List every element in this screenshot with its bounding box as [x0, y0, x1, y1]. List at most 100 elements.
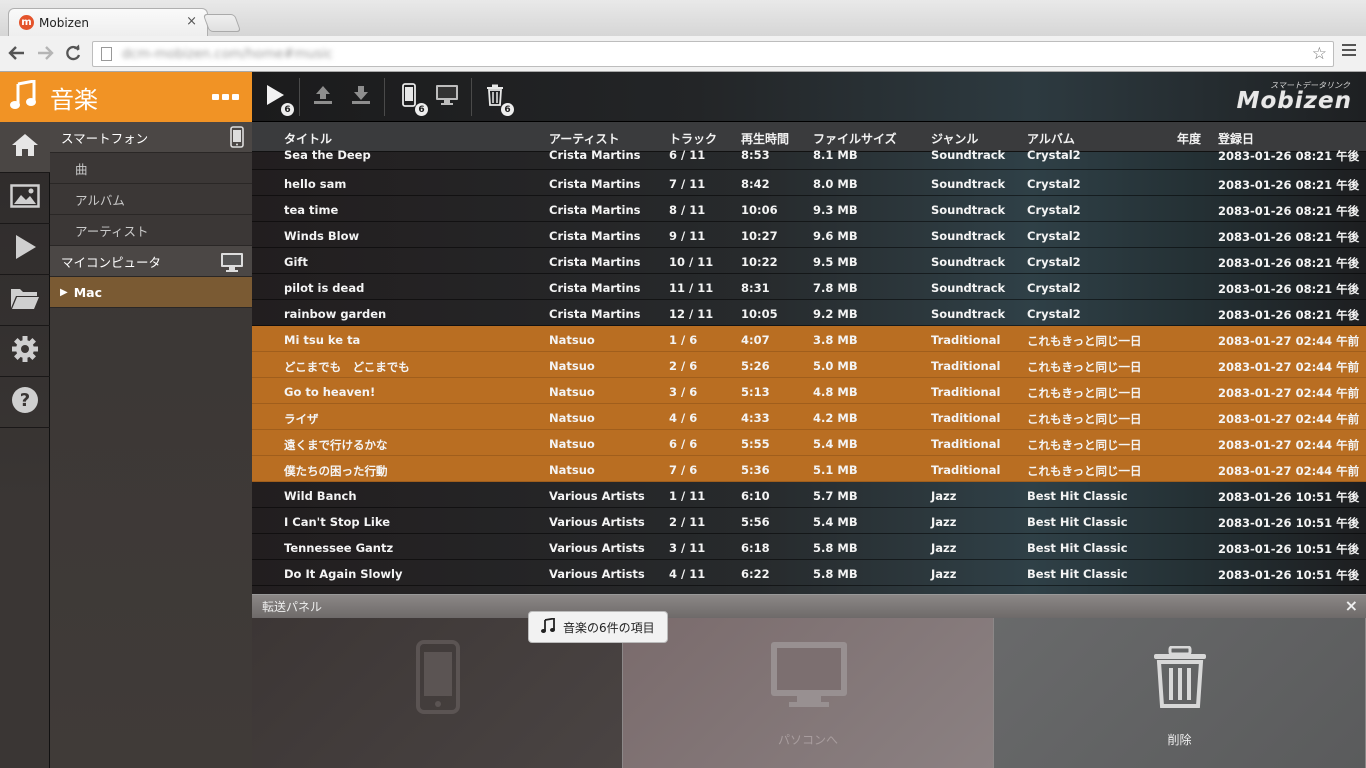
browser-tab[interactable]: m Mobizen ×: [8, 8, 208, 36]
cell-title: Go to heaven!: [284, 385, 376, 399]
tree-albums[interactable]: アルバム: [50, 184, 252, 215]
table-row[interactable]: 遠くまで行けるかな Natsuo 6 / 6 5:55 5.4 MB Traditiona…: [252, 430, 1366, 456]
cell-time: 4:07: [741, 333, 770, 347]
source-tree: スマートフォン 曲 アルバム アーティスト マイコンピュータ ▶ Mac: [50, 122, 252, 768]
cell-date: 2083-01-26 10:51 午後: [1218, 568, 1360, 582]
browser-menu-icon[interactable]: [1342, 44, 1356, 59]
bookmark-star-icon[interactable]: ☆: [1312, 44, 1327, 64]
send-to-pc-button[interactable]: [432, 82, 462, 112]
help-nav-button[interactable]: ?: [0, 377, 50, 428]
table-row[interactable]: I Can't Stop Like Various Artists 2 / 11 5:…: [252, 508, 1366, 534]
cell-artist: Various Artists: [549, 489, 645, 503]
download-button[interactable]: [346, 82, 376, 112]
table-row[interactable]: Wild Banch Various Artists 1 / 11 6:10 5.7 M…: [252, 482, 1366, 508]
cell-genre: Jazz: [931, 489, 957, 503]
drop-target-delete[interactable]: 削除: [994, 618, 1366, 768]
tree-artists[interactable]: アーティスト: [50, 215, 252, 246]
table-row[interactable]: Do It Again Slowly Various Artists 4 / 11 6…: [252, 560, 1366, 586]
tree-my-computer[interactable]: マイコンピュータ: [50, 246, 252, 277]
cell-date: 2083-01-27 02:44 午前: [1218, 360, 1360, 374]
cell-album: Crystal2: [1027, 229, 1081, 243]
tree-my-computer-label: マイコンピュータ: [61, 254, 162, 270]
col-time[interactable]: 再生時間: [741, 130, 789, 147]
cell-album: これもきっと同じ一日: [1027, 360, 1142, 374]
upload-icon: [312, 84, 334, 110]
settings-nav-button[interactable]: [0, 326, 50, 377]
address-bar[interactable]: dcm-mobizen.com/home#music ☆: [92, 41, 1334, 67]
new-tab-button[interactable]: [202, 14, 242, 32]
table-row[interactable]: tea time Crista Martins 8 / 11 10:06 9.3 MB S…: [252, 196, 1366, 222]
files-nav-button[interactable]: [0, 275, 50, 326]
table-row[interactable]: ライザ Natsuo 4 / 6 4:33 4.2 MB Traditional これもきっ…: [252, 404, 1366, 430]
col-date[interactable]: 登録日: [1218, 130, 1254, 147]
cell-time: 8:53: [741, 148, 770, 162]
cell-size: 9.3 MB: [813, 203, 858, 217]
cell-track: 3 / 6: [669, 385, 698, 399]
cell-size: 5.4 MB: [813, 515, 858, 529]
help-icon: ?: [11, 386, 39, 418]
tree-mac-label: Mac: [73, 284, 102, 300]
drop-target-pc[interactable]: パソコンへ: [623, 618, 994, 768]
table-row[interactable]: Go to heaven! Natsuo 3 / 6 5:13 4.8 MB Tradit…: [252, 378, 1366, 404]
play-button[interactable]: 6: [260, 82, 294, 116]
col-title[interactable]: タイトル: [284, 130, 332, 147]
col-genre[interactable]: ジャンル: [931, 130, 978, 147]
cell-album: Crystal2: [1027, 255, 1081, 269]
to-pc-label: パソコンへ: [777, 733, 838, 747]
table-row[interactable]: Winds Blow Crista Martins 9 / 11 10:27 9.6 M…: [252, 222, 1366, 248]
cell-time: 6:22: [741, 567, 770, 581]
cell-size: 7.8 MB: [813, 281, 858, 295]
close-icon[interactable]: ×: [1345, 596, 1358, 615]
col-album[interactable]: アルバム: [1027, 130, 1075, 147]
more-options-icon[interactable]: [212, 94, 239, 100]
table-row[interactable]: pilot is dead Crista Martins 11 / 11 8:31 7.…: [252, 274, 1366, 300]
video-nav-button[interactable]: [0, 224, 50, 275]
photos-nav-button[interactable]: [0, 173, 50, 224]
gear-icon: [11, 335, 39, 367]
table-row[interactable]: rainbow garden Crista Martins 12 / 11 10:05…: [252, 300, 1366, 326]
expand-arrow-icon[interactable]: ▶: [60, 287, 68, 298]
table-row[interactable]: Gift Crista Martins 10 / 11 10:22 9.5 MB Soun…: [252, 248, 1366, 274]
cell-genre: Soundtrack: [931, 229, 1006, 243]
forward-icon[interactable]: [34, 42, 56, 64]
cell-size: 5.8 MB: [813, 567, 858, 581]
table-row[interactable]: hello sam Crista Martins 7 / 11 8:42 8.0 MB S…: [252, 170, 1366, 196]
table-row[interactable]: どこまでも どこまでも Natsuo 2 / 6 5:26 5.0 MB Traditio…: [252, 352, 1366, 378]
cell-date: 2083-01-26 08:21 午後: [1218, 204, 1360, 218]
cell-artist: Crista Martins: [549, 148, 641, 162]
drag-items-pill[interactable]: 音楽の6件の項目: [528, 611, 668, 643]
col-track[interactable]: トラック: [669, 130, 717, 147]
col-artist[interactable]: アーティスト: [549, 130, 620, 147]
send-to-phone-button[interactable]: 6: [394, 82, 428, 116]
mobizen-logo: Mobizen: [1236, 88, 1352, 114]
cell-time: 5:36: [741, 463, 770, 477]
cell-date: 2083-01-26 10:51 午後: [1218, 542, 1360, 556]
tree-songs[interactable]: 曲: [50, 153, 252, 184]
cell-artist: Natsuo: [549, 359, 595, 373]
cell-track: 7 / 6: [669, 463, 698, 477]
cell-artist: Crista Martins: [549, 255, 641, 269]
tab-close-icon[interactable]: ×: [186, 14, 197, 29]
cell-album: これもきっと同じ一日: [1027, 386, 1142, 400]
cell-album: これもきっと同じ一日: [1027, 412, 1142, 426]
delete-button[interactable]: 6: [480, 82, 514, 116]
table-row[interactable]: Sea the Deep Crista Martins 6 / 11 8:53 8.1 …: [252, 148, 1366, 170]
col-year[interactable]: 年度: [1177, 130, 1201, 147]
cell-size: 3.8 MB: [813, 333, 858, 347]
tree-mac[interactable]: ▶ Mac: [50, 277, 252, 308]
table-row[interactable]: Mi tsu ke ta Natsuo 1 / 6 4:07 3.8 MB Traditi…: [252, 326, 1366, 352]
upload-button[interactable]: [308, 82, 338, 112]
reload-icon[interactable]: [62, 42, 84, 64]
tree-smartphone[interactable]: スマートフォン: [50, 122, 252, 153]
table-row[interactable]: Tennessee Gantz Various Artists 3 / 11 6:18…: [252, 534, 1366, 560]
col-size[interactable]: ファイルサイズ: [813, 130, 897, 147]
cell-artist: Natsuo: [549, 385, 595, 399]
table-row[interactable]: 僕たちの困った行動 Natsuo 7 / 6 5:36 5.1 MB Traditiona…: [252, 456, 1366, 482]
cell-date: 2083-01-27 02:44 午前: [1218, 464, 1360, 478]
nav-rail: ?: [0, 122, 50, 768]
back-icon[interactable]: [6, 42, 28, 64]
music-note-icon: [541, 616, 555, 637]
home-nav-button[interactable]: [0, 122, 50, 173]
cell-track: 4 / 6: [669, 411, 698, 425]
cell-title: 僕たちの困った行動: [284, 464, 388, 478]
